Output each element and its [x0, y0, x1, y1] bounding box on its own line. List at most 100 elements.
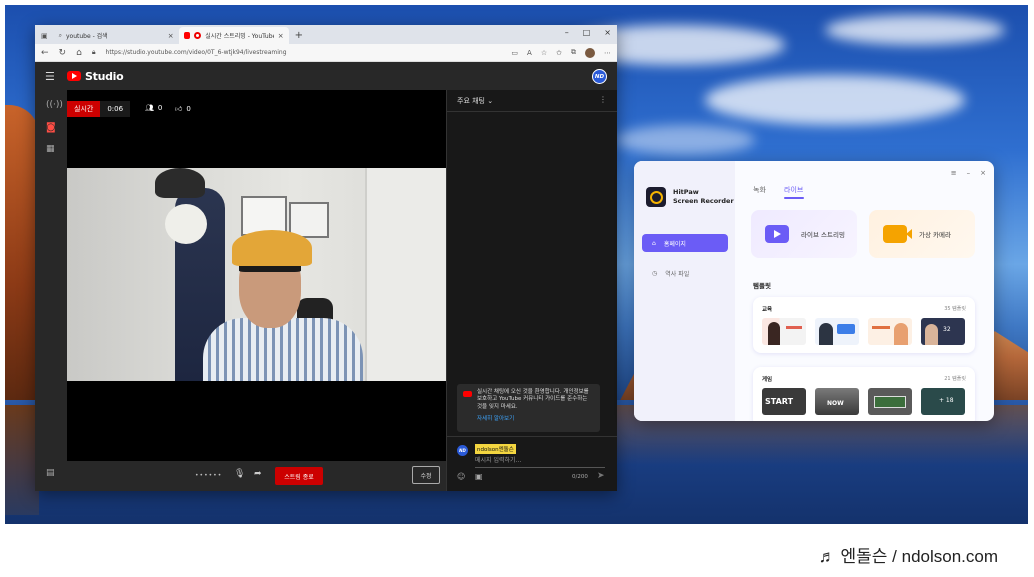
char-counter: 0/200 — [572, 474, 588, 480]
template-thumbnail[interactable] — [815, 318, 859, 345]
hitpaw-minimize-button[interactable]: – — [967, 169, 971, 177]
watermark-text: ♬ 엔돌슨 / ndolson.com — [818, 547, 998, 566]
learn-more-link[interactable]: 자세히 알아보기 — [477, 414, 594, 422]
send-icon[interactable]: ➤ — [597, 471, 605, 481]
tab-actions-icon[interactable]: ▣ — [41, 32, 48, 40]
template-thumbnail[interactable]: 32 — [921, 318, 965, 345]
thumb-text: NOW — [827, 400, 844, 407]
template-thumbnail[interactable] — [868, 388, 912, 415]
template-thumbnail[interactable]: NOW — [815, 388, 859, 415]
calendar-icon[interactable]: ▦ — [46, 144, 55, 154]
recording-indicator-icon — [194, 32, 202, 39]
hitpaw-window: HitPaw Screen Recorder ⌂ 홈페이지 ◷ 역사 파일 ≡ … — [634, 161, 994, 421]
studio-body: ((·)) ◙ ▦ ▤ 실시간 0:06 👥︎ 0 👍︎ 0 •••••• 🎙︎… — [35, 90, 617, 491]
emoji-icon[interactable]: ☺ — [457, 472, 465, 481]
thumb-number: + 18 — [939, 397, 954, 404]
camera-icon[interactable]: ▭ — [511, 49, 518, 57]
camera-stream-icon[interactable]: ◙ — [46, 122, 56, 133]
template-thumbnail[interactable] — [762, 318, 806, 345]
hitpaw-window-controls: ≡ – × — [951, 169, 986, 177]
url-field[interactable]: https://studio.youtube.com/video/0T_6-wt… — [106, 49, 502, 56]
left-rail: ((·)) ◙ ▦ ▤ — [35, 90, 67, 491]
live-streaming-card[interactable]: 라이브 스트리밍 — [751, 210, 857, 258]
chat-welcome-notice: 실시간 채팅에 오신 것을 환영합니다. 개인정보를 보호하고 YouTube … — [457, 384, 600, 432]
youtube-logo-icon[interactable] — [67, 71, 81, 81]
chat-username: ndolson엔돌슨 — [475, 444, 516, 454]
super-chat-icon[interactable]: ▣ — [475, 472, 483, 481]
thumb-number: 32 — [943, 326, 951, 333]
tab-record[interactable]: 녹화 — [753, 185, 766, 195]
template-thumbnail[interactable]: START — [762, 388, 806, 415]
card-label: 라이브 스트리밍 — [801, 231, 845, 239]
like-count: 👍︎ 0 — [175, 104, 191, 114]
profile-avatar[interactable] — [585, 47, 595, 58]
menu-icon[interactable]: ☰ — [45, 70, 65, 83]
like-count-value: 0 — [186, 104, 191, 113]
hitpaw-menu-icon[interactable]: ≡ — [951, 169, 957, 177]
minimize-button[interactable]: – — [565, 28, 569, 37]
stream-controls: •••••• 🎙︎ ➦ 스트림 종료 수정 — [67, 461, 446, 491]
sidebar-item-home[interactable]: ⌂ 홈페이지 — [642, 234, 728, 252]
live-badge: 실시간 — [67, 101, 101, 117]
microphone-icon[interactable]: 🎙︎ — [234, 469, 245, 479]
youtube-icon — [463, 391, 472, 397]
scene-person-shirt — [203, 318, 363, 381]
education-templates[interactable]: 교육 35 템플릿 32 — [753, 297, 975, 353]
chat-composer: ND ndolson엔돌슨 메시지 입력하기... ☺ ▣ 0/200 ➤ — [447, 436, 617, 491]
share-icon[interactable]: ➦ — [254, 469, 262, 479]
studio-title[interactable]: Studio — [85, 70, 124, 83]
hitpaw-close-button[interactable]: × — [980, 169, 986, 177]
game-templates[interactable]: 게임 21 템플릿 START NOW + 18 — [753, 367, 975, 421]
scene-hanging-hat — [165, 204, 207, 244]
tab-youtube-search[interactable]: ⌕ youtube - 검색 × — [54, 27, 179, 44]
back-icon[interactable]: ← — [41, 48, 49, 58]
new-tab-button[interactable]: + — [289, 27, 309, 44]
chat-mode-dropdown[interactable]: 주요 채팅 ⌄ — [457, 96, 493, 106]
tab-livestreaming[interactable]: 실시간 스트리밍 - YouTube × — [178, 27, 289, 44]
home-icon[interactable]: ⌂ — [76, 48, 82, 58]
close-tab-icon[interactable]: × — [278, 32, 284, 40]
tab-label: 실시간 스트리밍 - YouTube — [205, 33, 274, 40]
lock-icon[interactable]: 🔒︎ — [92, 48, 96, 57]
collections-icon[interactable]: ⧉ — [571, 48, 576, 57]
favorites-icon[interactable]: ✩ — [556, 49, 562, 57]
chat-more-icon[interactable]: ⋮ — [599, 95, 607, 104]
template-thumbnail[interactable]: + 18 — [921, 388, 965, 415]
edit-button[interactable]: 수정 — [412, 466, 440, 484]
sidebar-item-history[interactable]: ◷ 역사 파일 — [642, 264, 728, 282]
viewers-icon: 👥︎ — [145, 104, 154, 112]
reload-icon[interactable]: ↻ — [59, 48, 67, 58]
viewer-count: 👥︎ 0 — [145, 104, 162, 112]
virtual-camera-card[interactable]: 가상 카메라 — [869, 210, 975, 258]
broadcast-icon[interactable]: ((·)) — [46, 100, 63, 110]
read-aloud-icon[interactable]: A — [527, 49, 532, 57]
tab-live[interactable]: 라이브 — [784, 185, 803, 195]
chat-message-input[interactable]: 메시지 입력하기... — [475, 455, 605, 468]
category-title: 교육 — [762, 307, 773, 313]
left-cliff — [5, 105, 39, 405]
account-avatar[interactable]: ND — [592, 69, 607, 84]
cloud — [615, 125, 755, 155]
clock-icon: ◷ — [652, 269, 658, 277]
hitpaw-main: ≡ – × 녹화 라이브 라이브 스트리밍 가상 카메라 템플릿 교육 35 템… — [735, 161, 994, 421]
template-thumbnail[interactable] — [868, 318, 912, 345]
webcam-feed — [67, 168, 446, 381]
feedback-icon[interactable]: ▤ — [46, 468, 55, 478]
browser-window: ▣ ⌕ youtube - 검색 × 실시간 스트리밍 - YouTube × … — [35, 25, 617, 491]
tv-icon — [765, 225, 789, 243]
close-tab-icon[interactable]: × — [168, 32, 174, 40]
end-stream-button[interactable]: 스트림 종료 — [275, 467, 323, 485]
home-icon: ⌂ — [652, 239, 656, 247]
close-window-button[interactable]: × — [604, 28, 611, 37]
thumb-text: START — [765, 397, 794, 406]
sidebar-item-label: 역사 파일 — [665, 270, 690, 278]
live-chat-panel: 주요 채팅 ⌄ ⋮ 실시간 채팅에 오신 것을 환영합니다. 개인정보를 보호하… — [446, 90, 617, 491]
stream-preview: 실시간 0:06 👥︎ 0 👍︎ 0 — [67, 90, 446, 461]
live-timer: 0:06 — [100, 101, 131, 117]
chat-user-avatar: ND — [457, 445, 468, 456]
category-title: 게임 — [762, 377, 773, 383]
favorite-star-icon[interactable]: ☆ — [541, 49, 547, 57]
maximize-button[interactable]: □ — [583, 28, 591, 37]
more-icon[interactable]: ⋯ — [604, 49, 611, 57]
tab-strip: ▣ ⌕ youtube - 검색 × 실시간 스트리밍 - YouTube × … — [35, 25, 617, 44]
